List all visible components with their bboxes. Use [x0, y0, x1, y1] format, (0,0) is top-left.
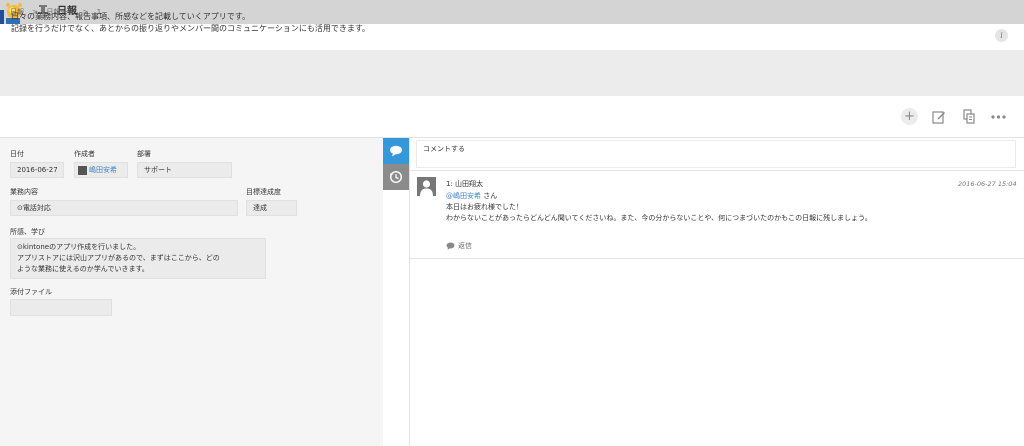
goal-label: 目標達成度: [246, 188, 281, 196]
record-detail-panel: [0, 138, 383, 446]
comment-text: 本日はお疲れ様でした！: [446, 203, 523, 211]
date-label: 日付: [10, 150, 24, 158]
plus-icon[interactable]: +: [901, 108, 918, 125]
copy-icon[interactable]: [960, 108, 977, 125]
user-icon: [78, 165, 87, 175]
notes-line: アプリストアには沢山アプリがあるので、まずはここから、どの: [17, 254, 220, 262]
dept-label: 部署: [137, 150, 151, 158]
comment-tab[interactable]: [383, 138, 409, 164]
speech-bubble-icon: [390, 145, 402, 157]
reply-button[interactable]: 返信: [446, 241, 472, 251]
dept-field: サポート: [137, 162, 232, 178]
mention-link[interactable]: @嶋田安希: [446, 192, 481, 200]
notes-label: 所感、学び: [10, 228, 45, 236]
reply-icon: [446, 242, 455, 250]
panel-divider: [409, 138, 410, 446]
comment-text: わからないことがあったらどんどん聞いてくださいね。また、今の分からないことや、何…: [446, 214, 872, 222]
description-line: 日々の業務内容、報告事項、所感などを記載していくアプリです。: [11, 12, 250, 21]
comment-date: 2016-06-27 15:04: [958, 180, 1017, 188]
edit-icon[interactable]: [930, 108, 947, 125]
author-field: 嶋田安希: [74, 162, 128, 178]
more-icon[interactable]: [990, 108, 1007, 125]
attach-label: 添付ファイル: [10, 288, 52, 296]
comment-mention-line: @嶋田安希 さん: [446, 191, 497, 201]
author-link[interactable]: 嶋田安希: [89, 165, 117, 175]
work-label: 業務内容: [10, 188, 38, 196]
date-field: 2016-06-27: [10, 162, 64, 178]
notes-field: ⊙kintoneのアプリ作成を行いました。 アプリストアには沢山アプリがあるので…: [10, 238, 266, 279]
goal-field: 達成: [246, 200, 297, 216]
author-label: 作成者: [74, 150, 95, 158]
record-toolbar: [0, 96, 1024, 138]
history-tab[interactable]: [383, 164, 409, 190]
divider: [410, 170, 1024, 171]
mention-suffix: さん: [483, 192, 498, 200]
attach-field: [10, 299, 112, 316]
divider: [410, 258, 1024, 259]
comment-input[interactable]: コメントする: [416, 140, 1016, 168]
avatar[interactable]: [417, 177, 436, 196]
reply-label: 返信: [458, 242, 472, 250]
history-icon: [389, 170, 403, 184]
description-line: 記録を行うだけでなく、あとからの振り返りやメンバー間のコミュニケーションにも活用…: [11, 24, 371, 33]
app-description: 日々の業務内容、報告事項、所感などを記載していくアプリです。 記録を行うだけでな…: [11, 11, 370, 35]
work-field: ⊙電話対応: [10, 200, 238, 216]
comment-author[interactable]: 1: 山田翔太: [446, 179, 483, 189]
comment-placeholder: コメントする: [423, 145, 465, 153]
notes-line: ⊙kintoneのアプリ作成を行いました。: [17, 243, 141, 251]
notes-line: ような業務に使えるのか学んでいきます。: [17, 265, 149, 273]
info-icon[interactable]: i: [995, 29, 1008, 42]
app-description-panel: [0, 50, 1024, 96]
